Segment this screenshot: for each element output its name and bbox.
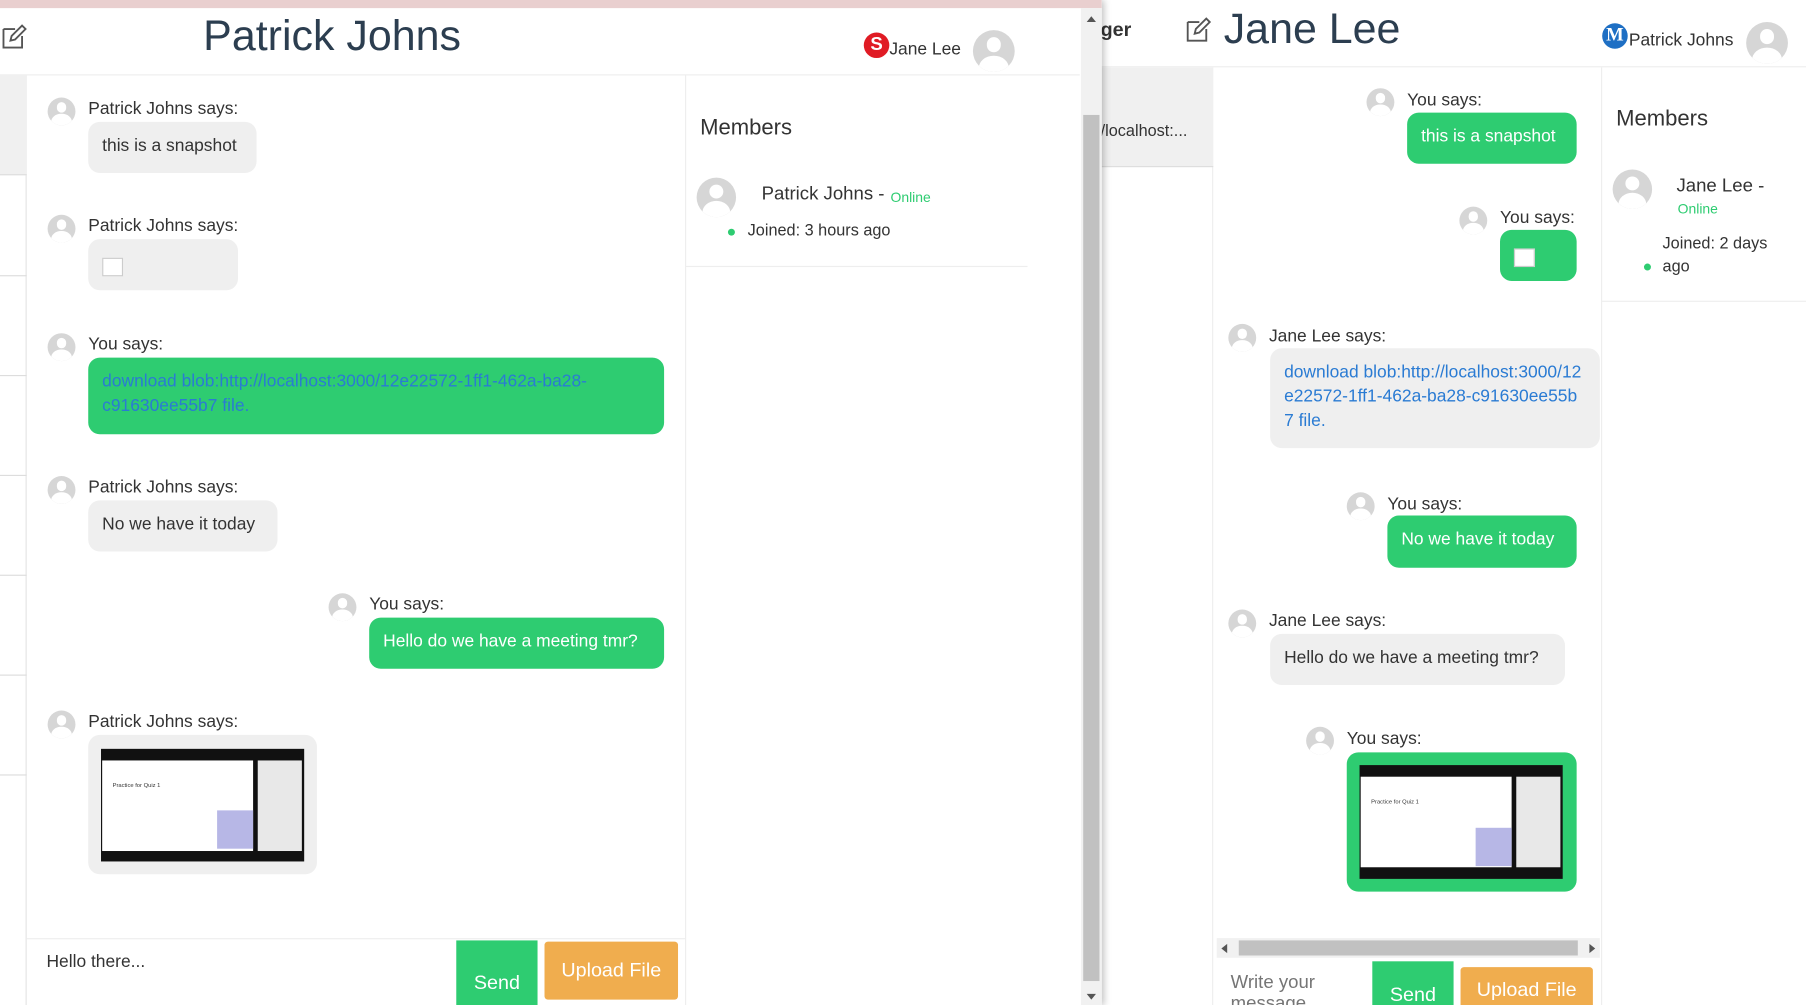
member-name[interactable]: Patrick Johns - bbox=[762, 185, 885, 206]
avatar bbox=[47, 214, 76, 243]
chat-title: Jane Lee bbox=[1223, 4, 1401, 53]
avatar bbox=[1228, 323, 1257, 352]
message-author: You says: bbox=[88, 334, 164, 355]
thumbnail-title: Practice for Quiz 1 bbox=[1371, 798, 1419, 806]
conversation-divider bbox=[0, 275, 27, 277]
message-bubble: download blob:http://localhost:3000/12e2… bbox=[88, 357, 665, 435]
message-author: Patrick Johns says: bbox=[88, 98, 239, 119]
avatar bbox=[47, 333, 76, 362]
scrollbar-thumb[interactable] bbox=[1238, 940, 1578, 956]
scroll-down-arrow[interactable] bbox=[1086, 993, 1096, 1000]
download-link[interactable]: download blob:http://localhost:3000/12e2… bbox=[1284, 362, 1581, 430]
current-user-name[interactable]: Jane Lee bbox=[889, 39, 961, 59]
avatar bbox=[47, 476, 76, 504]
conversation-item[interactable] bbox=[0, 75, 27, 176]
member-status: Online bbox=[890, 189, 931, 206]
message-author: Patrick Johns says: bbox=[88, 477, 239, 497]
conversation-divider bbox=[0, 674, 27, 676]
chat-title: Patrick Johns bbox=[203, 11, 462, 60]
upload-file-button[interactable]: Upload File bbox=[544, 941, 679, 1000]
current-user-avatar[interactable] bbox=[972, 30, 1015, 72]
conversation-divider bbox=[0, 375, 27, 377]
member-joined: Joined: 2 days ago bbox=[1662, 233, 1768, 276]
scroll-left-arrow[interactable] bbox=[1221, 943, 1228, 954]
message-bubble: No we have it today bbox=[88, 500, 278, 552]
scroll-up-arrow[interactable] bbox=[1086, 16, 1096, 23]
members-panel bbox=[684, 75, 1080, 1005]
member-joined: Joined: 3 hours ago bbox=[747, 220, 891, 240]
window-top-bar bbox=[0, 0, 1102, 9]
composer-divider bbox=[26, 938, 685, 940]
download-link[interactable]: download blob:http://localhost:3000/12e2… bbox=[102, 372, 587, 416]
send-button[interactable]: Send bbox=[1372, 961, 1454, 1005]
member-avatar bbox=[696, 177, 737, 218]
message-author: Patrick Johns says: bbox=[88, 711, 239, 732]
message-author: You says: bbox=[1500, 207, 1575, 228]
message-bubble: Hello do we have a meeting tmr? bbox=[369, 617, 665, 669]
avatar bbox=[47, 97, 76, 126]
member-avatar bbox=[1612, 169, 1653, 209]
horizontal-scrollbar[interactable] bbox=[1216, 938, 1600, 958]
avatar bbox=[47, 710, 76, 739]
compose-icon[interactable] bbox=[0, 23, 28, 51]
scrollbar-thumb[interactable] bbox=[1083, 114, 1100, 982]
online-dot bbox=[1643, 263, 1651, 271]
conversation-list bbox=[1100, 67, 1214, 1005]
thumbnail-title: Practice for Quiz 1 bbox=[112, 782, 161, 790]
compose-icon[interactable] bbox=[1184, 16, 1212, 44]
member-status: Online bbox=[1677, 200, 1718, 218]
message-image-bubble[interactable] bbox=[88, 239, 239, 291]
message-author: You says: bbox=[1407, 90, 1483, 111]
message-input[interactable] bbox=[27, 940, 456, 1005]
conversation-divider bbox=[0, 574, 27, 576]
avatar bbox=[1459, 206, 1488, 235]
message-bubble: this is a snapshot bbox=[88, 121, 257, 173]
message-author: You says: bbox=[369, 594, 445, 615]
current-user-name[interactable]: Patrick Johns bbox=[1629, 30, 1734, 50]
avatar bbox=[328, 593, 357, 622]
avatar bbox=[1366, 88, 1395, 117]
avatar bbox=[1346, 492, 1375, 521]
members-heading: Members bbox=[700, 116, 793, 141]
user-badge: S bbox=[863, 32, 890, 59]
conversation-divider bbox=[0, 474, 27, 477]
user-badge: M bbox=[1602, 23, 1628, 49]
message-author: Jane Lee says: bbox=[1268, 326, 1387, 346]
member-name[interactable]: Jane Lee - bbox=[1676, 176, 1764, 197]
conversation-item[interactable] bbox=[1100, 67, 1214, 168]
avatar bbox=[1306, 726, 1334, 755]
message-author: You says: bbox=[1387, 494, 1463, 515]
message-bubble: No we have it today bbox=[1387, 515, 1577, 568]
left-window: Patrick Johns S Jane Lee Patrick Johns s… bbox=[0, 0, 1102, 1005]
members-divider bbox=[1601, 300, 1806, 302]
message-author: Jane Lee says: bbox=[1268, 610, 1387, 631]
conversation-preview: /localhost:... bbox=[1100, 120, 1188, 140]
online-dot bbox=[727, 228, 735, 236]
message-image-bubble[interactable]: Practice for Quiz 1 bbox=[1346, 752, 1577, 892]
conversation-list bbox=[0, 75, 27, 1005]
broken-image-icon bbox=[1513, 248, 1535, 268]
vertical-scrollbar[interactable] bbox=[1080, 8, 1102, 1005]
screenshot-thumbnail[interactable]: Practice for Quiz 1 bbox=[1359, 765, 1563, 879]
message-input[interactable] bbox=[1216, 961, 1368, 1005]
avatar bbox=[1228, 609, 1257, 638]
message-image-bubble[interactable]: Practice for Quiz 1 bbox=[88, 734, 317, 875]
message-author: You says: bbox=[1346, 729, 1422, 749]
message-image-bubble[interactable] bbox=[1500, 229, 1577, 281]
conversation-divider bbox=[0, 774, 27, 776]
app-title-fragment: ger bbox=[1100, 18, 1132, 41]
screenshot-thumbnail[interactable]: Practice for Quiz 1 bbox=[101, 748, 305, 862]
members-heading: Members bbox=[1616, 106, 1709, 132]
scroll-right-arrow[interactable] bbox=[1589, 943, 1596, 954]
upload-file-button[interactable]: Upload File bbox=[1460, 967, 1593, 1005]
current-user-avatar[interactable] bbox=[1746, 22, 1788, 64]
send-button[interactable]: Send bbox=[456, 940, 538, 1005]
right-window: ger Jane Lee M Patrick Johns /localhost:… bbox=[1100, 0, 1806, 1005]
message-author: Patrick Johns says: bbox=[88, 215, 239, 236]
message-bubble: this is a snapshot bbox=[1407, 112, 1577, 164]
members-divider bbox=[684, 265, 1028, 268]
message-bubble: download blob:http://localhost:3000/12e2… bbox=[1270, 348, 1600, 449]
broken-image-icon bbox=[102, 257, 124, 277]
message-bubble: Hello do we have a meeting tmr? bbox=[1270, 633, 1566, 685]
